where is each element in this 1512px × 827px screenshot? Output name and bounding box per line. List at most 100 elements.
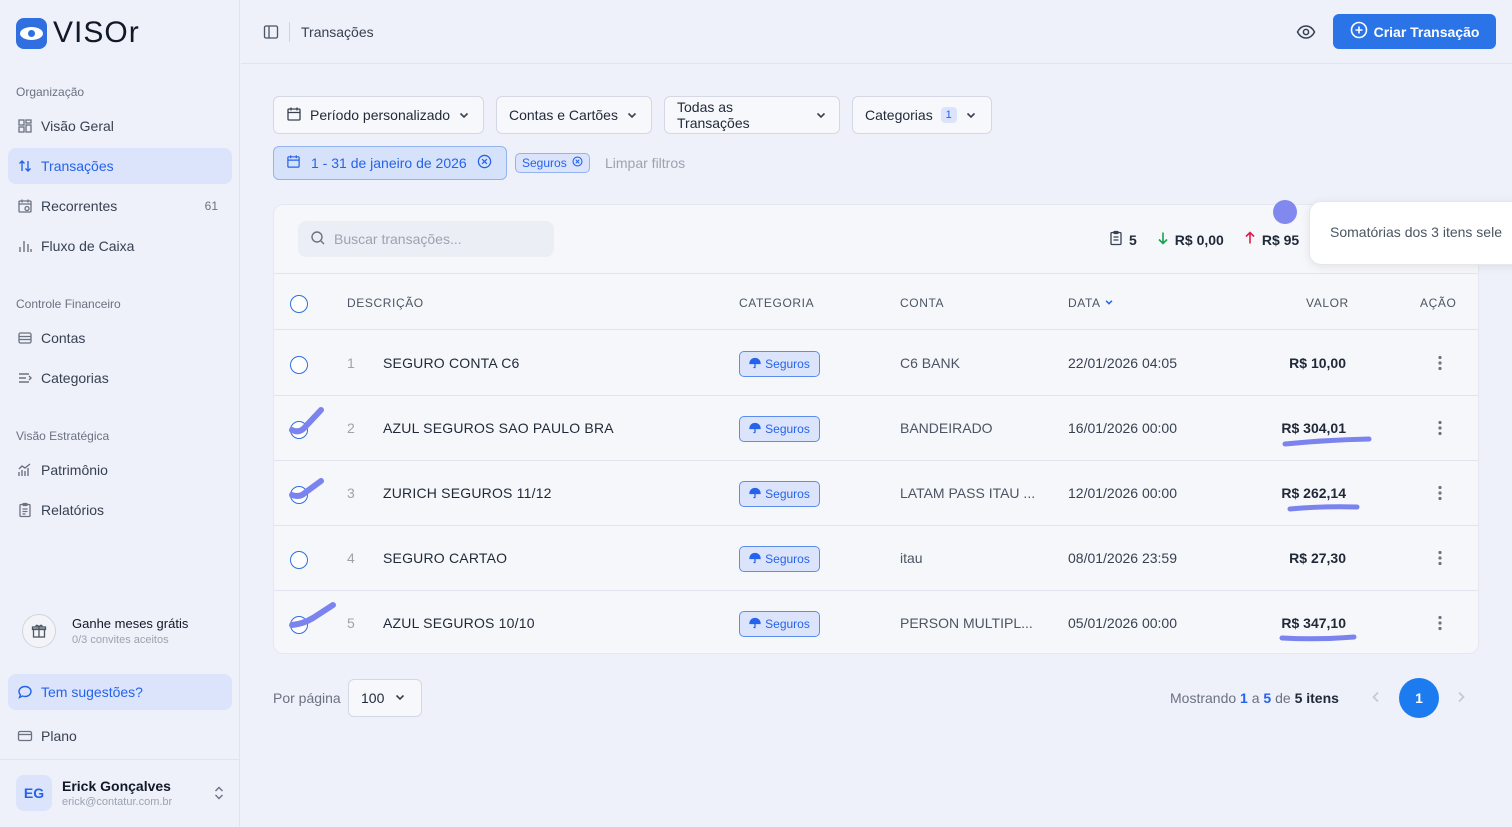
date-range-chip[interactable]: 1 - 31 de janeiro de 2026 bbox=[273, 146, 507, 180]
sidebar-item-recorrentes[interactable]: Recorrentes 61 bbox=[8, 188, 232, 224]
gift-icon bbox=[22, 614, 56, 648]
date-range-label: 1 - 31 de janeiro de 2026 bbox=[311, 155, 467, 171]
column-header-date[interactable]: DATA bbox=[1068, 296, 1114, 310]
table-row[interactable]: 3 ZURICH SEGUROS 11/12 Seguros LATAM PASS I… bbox=[274, 461, 1478, 526]
showing-sep-a: a bbox=[1251, 690, 1260, 706]
per-page-value: 100 bbox=[361, 690, 385, 706]
sidebar-item-contas[interactable]: Contas bbox=[8, 320, 232, 356]
row-checkbox[interactable] bbox=[290, 616, 308, 634]
brand-name: VISOr bbox=[53, 16, 140, 49]
user-menu[interactable]: EG Erick Gonçalves erick@contatur.com.br bbox=[16, 775, 226, 811]
referral-promo[interactable]: Ganhe meses grátis 0/3 convites aceitos bbox=[22, 614, 188, 648]
row-description: ZURICH SEGUROS 11/12 bbox=[383, 485, 552, 501]
create-transaction-button[interactable]: Criar Transação bbox=[1333, 14, 1496, 49]
accounts-filter[interactable]: Contas e Cartões bbox=[496, 96, 652, 134]
row-description: SEGURO CONTA C6 bbox=[383, 355, 520, 371]
search-input[interactable]: Buscar transações... bbox=[298, 221, 554, 257]
sort-down-icon bbox=[1104, 296, 1114, 310]
more-vertical-icon[interactable] bbox=[1438, 355, 1442, 376]
eye-icon[interactable] bbox=[1296, 23, 1316, 46]
plan-button[interactable]: Plano bbox=[8, 718, 232, 754]
category-badge[interactable]: Seguros bbox=[739, 611, 820, 637]
sidebar: VISOr Organização Visão Geral Transações… bbox=[0, 0, 240, 827]
bar-chart-icon bbox=[17, 238, 33, 254]
sidebar-item-label: Recorrentes bbox=[41, 198, 118, 214]
clear-filters-link[interactable]: Limpar filtros bbox=[605, 155, 685, 171]
remove-date-filter-icon[interactable] bbox=[477, 154, 492, 172]
clipboard-icon bbox=[1109, 230, 1123, 249]
avatar: EG bbox=[16, 775, 52, 811]
row-checkbox[interactable] bbox=[290, 421, 308, 439]
umbrella-icon bbox=[749, 617, 761, 632]
sidebar-item-transacoes[interactable]: Transações bbox=[8, 148, 232, 184]
category-badge[interactable]: Seguros bbox=[739, 481, 820, 507]
accounts-filter-label: Contas e Cartões bbox=[509, 107, 618, 123]
category-badge[interactable]: Seguros bbox=[739, 416, 820, 442]
row-checkbox[interactable] bbox=[290, 486, 308, 504]
more-vertical-icon[interactable] bbox=[1438, 615, 1442, 636]
column-header-date-label: DATA bbox=[1068, 296, 1100, 310]
dashboard-icon bbox=[17, 118, 33, 134]
row-date: 16/01/2026 00:00 bbox=[1068, 420, 1177, 436]
category-badge[interactable]: Seguros bbox=[739, 546, 820, 572]
create-transaction-label: Criar Transação bbox=[1373, 23, 1480, 40]
more-vertical-icon[interactable] bbox=[1438, 550, 1442, 571]
categories-count-badge: 1 bbox=[940, 107, 957, 123]
per-page-select[interactable]: 100 bbox=[348, 679, 422, 717]
column-header-account[interactable]: CONTA bbox=[900, 296, 944, 310]
stat-count-value: 5 bbox=[1129, 231, 1137, 248]
row-description: AZUL SEGUROS SAO PAULO BRA bbox=[383, 420, 614, 436]
transaction-type-filter[interactable]: Todas as Transações bbox=[664, 96, 840, 134]
header-separator bbox=[289, 22, 290, 42]
suggestions-button[interactable]: Tem sugestões? bbox=[8, 674, 232, 710]
section-label-controle-financeiro: Controle Financeiro bbox=[16, 297, 121, 311]
showing-to: 5 bbox=[1263, 690, 1272, 706]
sidebar-item-categorias[interactable]: Categorias bbox=[8, 360, 232, 396]
column-header-value[interactable]: VALOR bbox=[1306, 296, 1349, 310]
category-badge-label: Seguros bbox=[765, 552, 810, 566]
row-checkbox[interactable] bbox=[290, 356, 308, 374]
eye-logo-icon bbox=[16, 17, 47, 49]
more-vertical-icon[interactable] bbox=[1438, 420, 1442, 441]
period-filter[interactable]: Período personalizado bbox=[273, 96, 484, 134]
row-date: 05/01/2026 00:00 bbox=[1068, 615, 1177, 631]
page-button-current[interactable]: 1 bbox=[1399, 678, 1439, 718]
category-filter-chip[interactable]: Seguros bbox=[515, 153, 590, 173]
sidebar-item-fluxo-de-caixa[interactable]: Fluxo de Caixa bbox=[8, 228, 232, 264]
table-row[interactable]: 2 AZUL SEGUROS SAO PAULO BRA Seguros BANDEI… bbox=[274, 396, 1478, 461]
section-label-organizacao: Organização bbox=[16, 85, 85, 99]
select-all-checkbox[interactable] bbox=[290, 295, 308, 313]
calendar-repeat-icon bbox=[17, 198, 33, 214]
column-header-category[interactable]: CATEGORIA bbox=[739, 296, 814, 310]
category-badge[interactable]: Seguros bbox=[739, 351, 820, 377]
row-number: 4 bbox=[347, 550, 355, 566]
sidebar-item-label: Relatórios bbox=[41, 502, 105, 518]
more-vertical-icon[interactable] bbox=[1438, 485, 1442, 506]
section-label-visao-estrategica: Visão Estratégica bbox=[16, 429, 110, 443]
breadcrumb: Transações bbox=[301, 24, 374, 40]
categories-filter[interactable]: Categorias 1 bbox=[852, 96, 992, 134]
top-header: Transações Criar Transação bbox=[241, 0, 1512, 64]
chevron-down-icon bbox=[394, 690, 406, 706]
per-page-label: Por página bbox=[273, 690, 341, 706]
brand-logo[interactable]: VISOr bbox=[16, 16, 140, 50]
sidebar-item-label: Patrimônio bbox=[41, 462, 108, 478]
table-row[interactable]: 1 SEGURO CONTA C6 Seguros C6 BANK 22/01/2026… bbox=[274, 331, 1478, 396]
chevrons-up-down-icon bbox=[212, 785, 226, 806]
row-value: R$ 10,00 bbox=[1289, 355, 1346, 371]
showing-prefix: Mostrando bbox=[1170, 690, 1237, 706]
row-checkbox[interactable] bbox=[290, 551, 308, 569]
table-row[interactable]: 4 SEGURO CARTAO Seguros itau 08/01/2026 23:5… bbox=[274, 526, 1478, 591]
sidebar-item-patrimonio[interactable]: Patrimônio bbox=[8, 452, 232, 488]
sidebar-item-visao-geral[interactable]: Visão Geral bbox=[8, 108, 232, 144]
chevron-left-icon[interactable] bbox=[1370, 690, 1382, 709]
table-row[interactable]: 5 AZUL SEGUROS 10/10 Seguros PERSON MULTIPL… bbox=[274, 591, 1478, 653]
remove-category-filter-icon[interactable] bbox=[572, 156, 583, 170]
sidebar-item-relatorios[interactable]: Relatórios bbox=[8, 492, 232, 528]
chat-bubble-icon bbox=[17, 684, 33, 700]
row-account: itau bbox=[900, 550, 923, 566]
sidebar-toggle-icon[interactable] bbox=[263, 24, 279, 45]
column-header-description[interactable]: DESCRIÇÃO bbox=[347, 296, 424, 310]
row-account: PERSON MULTIPL... bbox=[900, 615, 1033, 631]
chevron-right-icon[interactable] bbox=[1455, 690, 1467, 709]
